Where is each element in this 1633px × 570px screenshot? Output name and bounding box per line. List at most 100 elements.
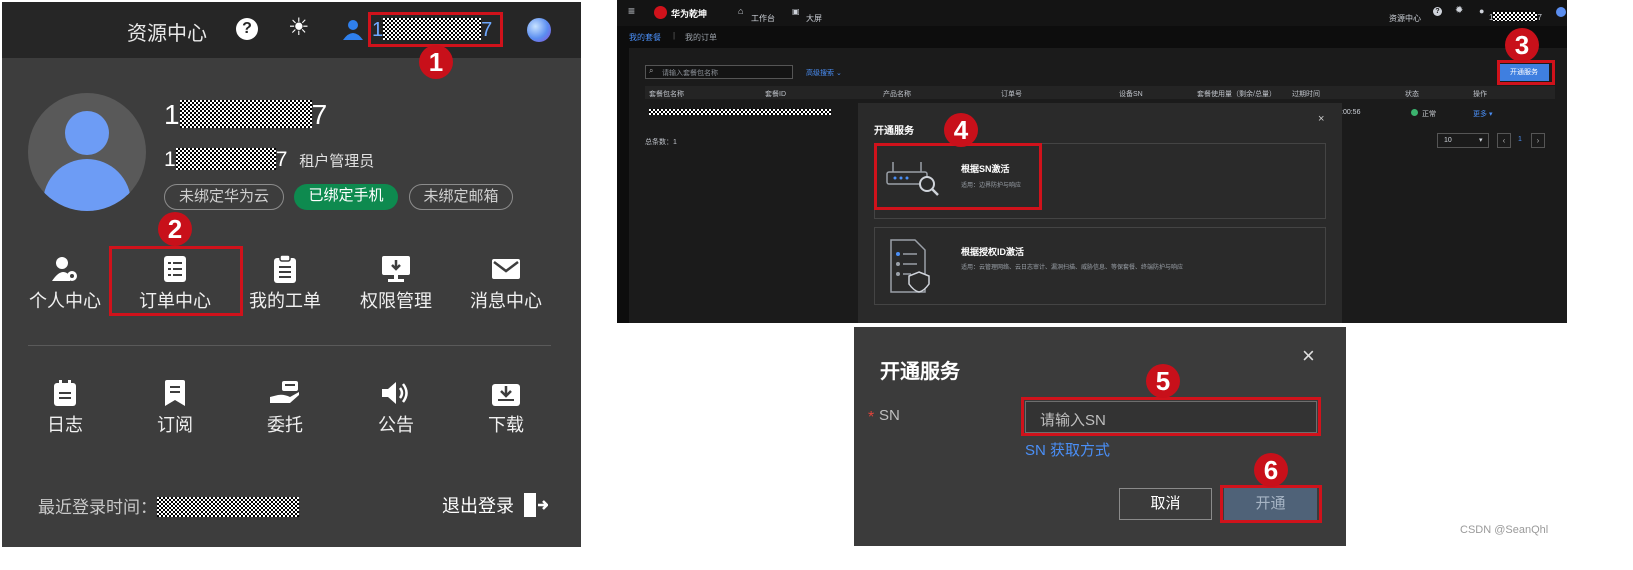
dialog-title: 开通服务 — [874, 126, 914, 137]
sn-dialog-close-icon[interactable]: × — [1302, 343, 1315, 369]
nav-theme-icon[interactable]: ✹ — [1455, 5, 1463, 16]
menu-download-label: 下载 — [488, 415, 524, 435]
col-status: 状态 — [1405, 91, 1419, 98]
profile-username-mask — [179, 100, 312, 128]
dialog-close-icon[interactable]: × — [1318, 113, 1324, 125]
log-icon — [15, 375, 115, 411]
profile-account: 1 7 租户管理员 — [164, 148, 374, 172]
nav-bigscreen[interactable]: 大屏 — [806, 8, 822, 26]
page-size-caret-icon: ▾ — [1479, 137, 1483, 144]
nav-username-end: 7 — [1537, 13, 1542, 22]
nav-username[interactable]: 17 — [1489, 7, 1542, 25]
last-login-label: 最近登录时间： — [38, 498, 157, 517]
console-screenshot: ≡ 华为乾坤 ⌂ 工作台 ▣ 大屏 资源中心 ? ✹ ● 17 我的套餐 | 我… — [617, 0, 1567, 323]
highlight-sn-input — [1021, 397, 1321, 436]
user-menu-panel: 资源中心 ? ☀ 17 17 17 租户管理员 未绑定华为云 已绑定手机 未绑定… — [2, 2, 581, 547]
advanced-search-label: 高级搜索 — [806, 70, 834, 77]
tab-my-packages[interactable]: 我的套餐 — [629, 32, 661, 43]
menu-subscribe-label: 订阅 — [157, 415, 193, 435]
account-mask — [175, 148, 276, 170]
step-badge-3: 3 — [1505, 28, 1539, 62]
brand-logo-icon — [654, 6, 667, 19]
menu-permission-management[interactable]: 权限管理 — [346, 251, 446, 313]
tab-my-orders[interactable]: 我的订单 — [685, 32, 717, 43]
logout-button[interactable]: 退出登录 — [442, 492, 548, 518]
prev-page-button[interactable]: ‹ — [1497, 133, 1511, 148]
total-count: 总条数：1 — [645, 139, 677, 146]
option-activate-by-license-id[interactable]: 根据授权ID激活 适用：云管理网络、云日志审计、漏洞扫描、威胁信息、等保套餐、终… — [874, 227, 1326, 305]
row-package-name-mask — [649, 109, 831, 115]
role-label: 租户管理员 — [299, 153, 375, 170]
step-badge-2: 2 — [158, 212, 192, 246]
package-search-input[interactable]: ⌕ 请输入套餐包名称 — [645, 65, 793, 79]
row-expire-time: :00:56 — [1341, 109, 1361, 116]
menu-delegate[interactable]: 委托 — [235, 375, 335, 437]
mail-icon — [456, 251, 556, 287]
step-badge-5: 5 — [1146, 364, 1180, 398]
step-badge-1: 1 — [419, 45, 453, 79]
menu-announcement-label: 公告 — [378, 415, 414, 435]
current-page[interactable]: 1 — [1518, 136, 1522, 143]
sn-help-link[interactable]: SN 获取方式 — [1025, 439, 1110, 460]
menu-announcement[interactable]: 公告 — [346, 375, 446, 437]
required-mark: * — [868, 409, 875, 426]
nav-app-logo-icon[interactable] — [1556, 7, 1566, 17]
avatar[interactable] — [28, 93, 146, 211]
advanced-search-link[interactable]: 高级搜索 ⌄ — [806, 68, 842, 78]
download-tray-icon — [456, 375, 556, 411]
highlight-order-center — [109, 246, 243, 316]
menu-divider — [28, 345, 551, 346]
account-start: 1 — [164, 148, 176, 171]
nav-user-icon: ● — [1479, 6, 1485, 16]
brand-name[interactable]: 华为乾坤 — [671, 7, 707, 20]
sn-label: SN — [879, 407, 900, 424]
tab-bar: 我的套餐 | 我的订单 — [617, 26, 1567, 48]
row-status: 正常 — [1422, 111, 1436, 118]
open-service-dialog: 开通服务 × 根据SN激活 适用：边界防护与响应 根据授权ID激活 适用：云管理… — [858, 103, 1342, 323]
bind-phone-chip[interactable]: 已绑定手机 — [294, 184, 398, 210]
cancel-button[interactable]: 取消 — [1119, 488, 1212, 520]
menu-download[interactable]: 下载 — [456, 375, 556, 437]
row-more-link[interactable]: 更多 ▾ — [1473, 109, 1492, 119]
clipboard-icon — [235, 251, 335, 287]
nav-workbench[interactable]: 工作台 — [751, 8, 775, 26]
bind-huaweicloud-chip[interactable]: 未绑定华为云 — [164, 184, 284, 210]
nav-help-icon[interactable]: ? — [1433, 7, 1442, 16]
theme-toggle-icon[interactable]: ☀ — [288, 15, 310, 41]
avatar-body-icon — [43, 159, 131, 211]
user-icon — [343, 20, 363, 40]
menu-personal-center[interactable]: 个人中心 — [15, 251, 115, 313]
menu-message-center[interactable]: 消息中心 — [456, 251, 556, 313]
page-size-select[interactable]: 10 ▾ — [1437, 133, 1489, 148]
highlight-username — [368, 12, 503, 47]
option-license-desc: 适用：云管理网络、云日志审计、漏洞扫描、威胁信息、等保套餐、终端防护与响应 — [961, 265, 1184, 271]
highlight-open-service-button — [1497, 60, 1555, 85]
menu-subscribe[interactable]: 订阅 — [125, 375, 225, 437]
hamburger-menu-icon[interactable]: ≡ — [628, 4, 635, 18]
step-badge-6: 6 — [1254, 453, 1288, 487]
row-more-label: 更多 — [1473, 111, 1487, 118]
resource-center-title[interactable]: 资源中心 — [127, 17, 207, 46]
col-device-sn: 设备SN — [1119, 91, 1143, 98]
menu-permission-management-label: 权限管理 — [360, 291, 432, 311]
col-operation: 操作 — [1473, 91, 1487, 98]
logout-icon — [524, 493, 548, 517]
search-placeholder: 请输入套餐包名称 — [662, 70, 718, 77]
menu-delegate-label: 委托 — [267, 415, 303, 435]
nav-username-mask — [1493, 12, 1538, 21]
account-end: 7 — [275, 148, 288, 171]
app-logo-icon[interactable] — [527, 18, 551, 42]
nav-screen-icon: ▣ — [792, 7, 800, 16]
next-page-button[interactable]: › — [1531, 133, 1545, 148]
monitor-permission-icon — [346, 251, 446, 287]
col-order-no: 订单号 — [1001, 91, 1022, 98]
help-icon[interactable]: ? — [236, 18, 258, 40]
menu-my-tickets-label: 我的工单 — [249, 291, 321, 311]
speaker-icon — [346, 375, 446, 411]
watermark: CSDN @SeanQhl — [1460, 524, 1549, 536]
nav-resource-center[interactable]: 资源中心 — [1389, 8, 1421, 26]
tab-separator: | — [673, 31, 676, 40]
menu-log[interactable]: 日志 — [15, 375, 115, 437]
menu-my-tickets[interactable]: 我的工单 — [235, 251, 335, 313]
bind-email-chip[interactable]: 未绑定邮箱 — [409, 184, 513, 210]
